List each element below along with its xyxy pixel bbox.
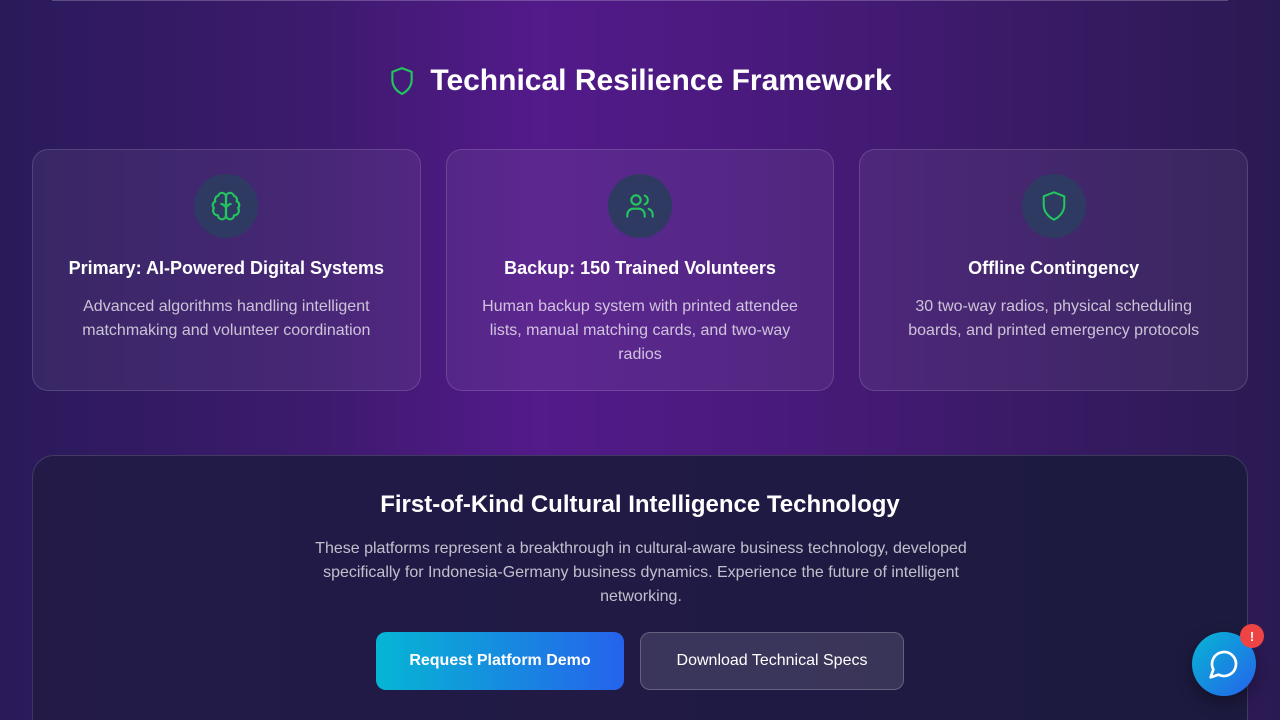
resilience-cards: Primary: AI-Powered Digital Systems Adva… xyxy=(32,149,1249,391)
card-primary-ai: Primary: AI-Powered Digital Systems Adva… xyxy=(32,149,421,391)
download-specs-button[interactable]: Download Technical Specs xyxy=(640,632,904,690)
users-icon xyxy=(608,174,672,238)
card-description: Advanced algorithms handling intelligent… xyxy=(82,298,371,339)
section-header: Technical Resilience Framework xyxy=(0,64,1280,98)
card-backup-volunteers: Backup: 150 Trained Volunteers Human bac… xyxy=(445,149,835,391)
notification-badge: ! xyxy=(1240,624,1264,648)
card-title: Offline Contingency xyxy=(968,258,1140,278)
cta-description: These platforms represent a breakthrough… xyxy=(315,540,967,605)
shield-icon xyxy=(388,65,416,97)
request-demo-button[interactable]: Request Platform Demo xyxy=(376,632,624,690)
card-description: Human backup system with printed attende… xyxy=(482,298,798,363)
section-title: Technical Resilience Framework xyxy=(430,64,892,97)
card-offline-contingency: Offline Contingency 30 two-way radios, p… xyxy=(859,149,1249,391)
shield-icon xyxy=(1021,174,1086,238)
top-divider xyxy=(52,0,1228,1)
card-title: Primary: AI-Powered Digital Systems xyxy=(68,258,385,278)
card-title: Backup: 150 Trained Volunteers xyxy=(504,258,776,278)
cta-title: First-of-Kind Cultural Intelligence Tech… xyxy=(380,491,900,518)
cta-panel: First-of-Kind Cultural Intelligence Tech… xyxy=(32,455,1248,720)
card-description: 30 two-way radios, physical scheduling b… xyxy=(908,298,1200,339)
message-circle-icon xyxy=(1208,648,1240,680)
brain-icon xyxy=(194,174,259,238)
